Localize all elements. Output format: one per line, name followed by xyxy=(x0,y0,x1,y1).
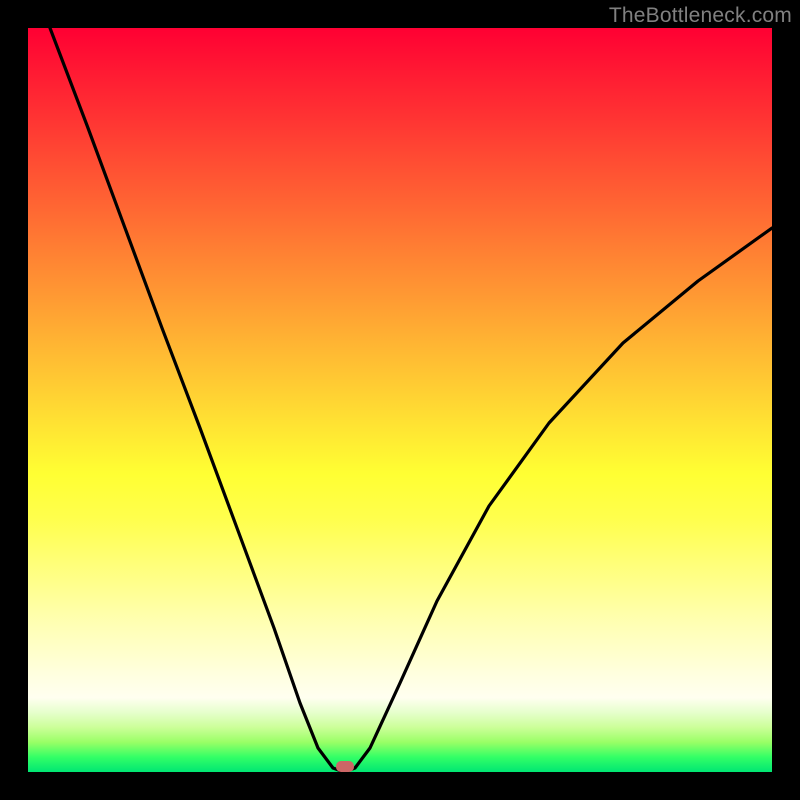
curve-svg xyxy=(28,28,772,772)
chart-frame: TheBottleneck.com xyxy=(0,0,800,800)
watermark-text: TheBottleneck.com xyxy=(609,4,792,28)
optimal-marker xyxy=(336,761,354,772)
plot-area xyxy=(28,28,772,772)
bottleneck-curve-path xyxy=(50,28,772,772)
